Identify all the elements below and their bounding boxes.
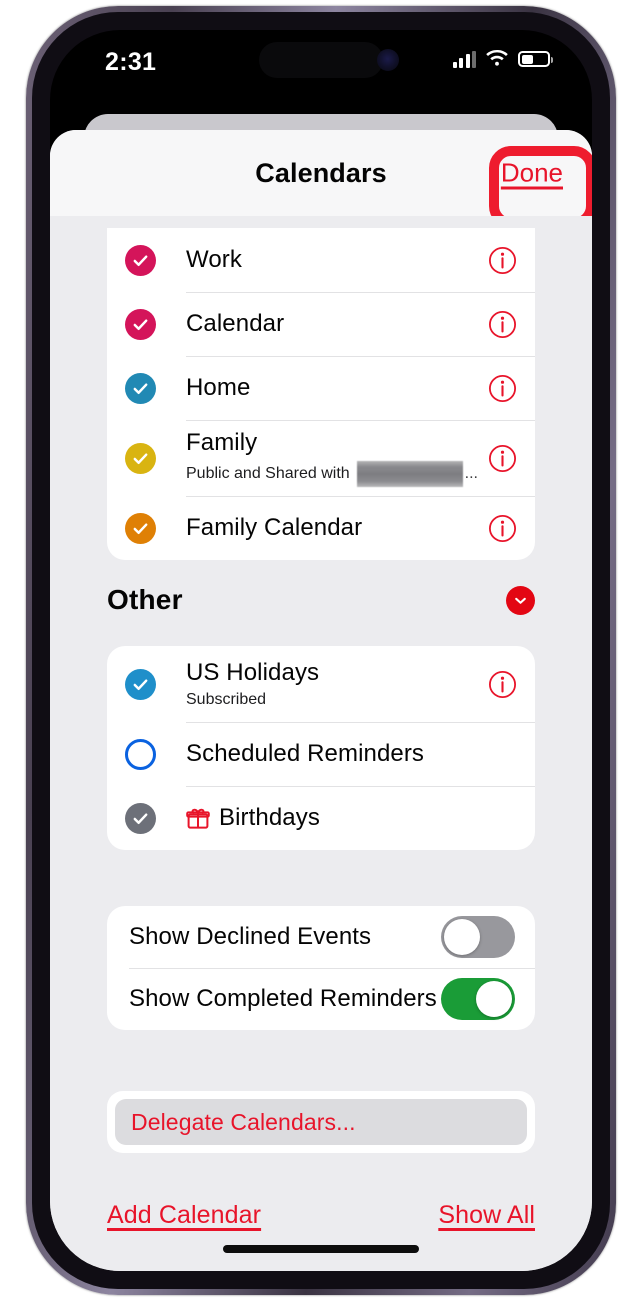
- other-section-collapse-button[interactable]: [506, 585, 535, 615]
- table-row[interactable]: Family Public and Shared with ...: [107, 420, 535, 496]
- info-icon[interactable]: [488, 246, 517, 275]
- show-all-link[interactable]: Show All: [438, 1201, 535, 1230]
- toggle-label: Show Declined Events: [129, 923, 372, 950]
- cellular-bars-icon: [452, 50, 476, 68]
- calendar-name: US Holidays: [186, 659, 320, 687]
- calendar-name: Birthdays: [219, 803, 320, 831]
- calendars-sheet: Calendars Done Work Calendar Home Family…: [50, 130, 592, 1271]
- show-completed-reminders-row[interactable]: Show Completed Reminders: [107, 968, 535, 1030]
- info-icon[interactable]: [488, 670, 517, 699]
- checkbox-checked-icon[interactable]: [125, 668, 156, 700]
- delegate-calendars-card[interactable]: Delegate Calendars...: [107, 1091, 535, 1153]
- calendar-name-with-icon: Birthdays: [186, 804, 517, 832]
- checkbox-checked-icon[interactable]: [125, 442, 156, 474]
- add-calendar-link[interactable]: Add Calendar: [107, 1201, 261, 1230]
- row-text: Birthdays: [186, 804, 517, 832]
- gift-icon: [186, 808, 210, 829]
- table-row[interactable]: Home: [107, 356, 535, 420]
- table-row[interactable]: Family Calendar: [107, 496, 535, 560]
- phone-bezel: 2:31 Calendars Done Work Calendar Home F…: [32, 12, 610, 1289]
- show-declined-events-row[interactable]: Show Declined Events: [107, 906, 535, 968]
- show-declined-events-toggle[interactable]: [441, 916, 515, 958]
- front-camera-icon: [377, 49, 399, 71]
- calendars-list-card: Work Calendar Home Family Public and Sha…: [107, 228, 535, 560]
- home-indicator[interactable]: [223, 1245, 419, 1253]
- row-text: Family Public and Shared with ...: [186, 429, 478, 487]
- row-text: Calendar: [186, 310, 478, 338]
- sheet-scroll-content[interactable]: Work Calendar Home Family Public and Sha…: [50, 216, 592, 1271]
- checkbox-checked-icon[interactable]: [125, 244, 156, 276]
- delegate-calendars-label: Delegate Calendars...: [131, 1108, 356, 1135]
- checkbox-checked-icon[interactable]: [125, 372, 156, 404]
- row-text: Family Calendar: [186, 514, 478, 542]
- sharing-subtitle-prefix: Public and Shared with: [186, 464, 350, 482]
- checkbox-checked-icon[interactable]: [125, 802, 156, 834]
- status-bar-time: 2:31: [105, 48, 157, 76]
- sheet-header: Calendars Done: [50, 130, 592, 228]
- info-icon[interactable]: [488, 310, 517, 339]
- row-text: Work: [186, 246, 478, 274]
- table-row[interactable]: Calendar: [107, 292, 535, 356]
- calendar-subtitle: Subscribed: [186, 690, 267, 708]
- info-icon[interactable]: [488, 444, 517, 473]
- redacted-name-block: [356, 460, 463, 487]
- checkbox-unchecked-icon[interactable]: [125, 738, 156, 770]
- info-icon[interactable]: [488, 514, 517, 543]
- other-list-card: US Holidays Subscribed Scheduled Reminde…: [107, 646, 535, 850]
- checkbox-checked-icon[interactable]: [125, 308, 156, 340]
- row-text: US Holidays Subscribed: [186, 659, 478, 708]
- checkbox-checked-icon[interactable]: [125, 512, 156, 544]
- chevron-down-icon: [515, 597, 526, 604]
- status-bar-indicators: [452, 50, 553, 68]
- toggle-knob: [444, 919, 480, 955]
- table-row[interactable]: US Holidays Subscribed: [107, 646, 535, 722]
- toggle-label: Show Completed Reminders: [129, 985, 437, 1012]
- calendar-name: Calendar: [186, 309, 285, 337]
- calendar-name: Scheduled Reminders: [186, 739, 425, 767]
- toggle-knob: [476, 981, 512, 1017]
- table-row[interactable]: Birthdays: [107, 786, 535, 850]
- table-row[interactable]: Scheduled Reminders: [107, 722, 535, 786]
- row-text: Scheduled Reminders: [186, 740, 517, 768]
- table-row[interactable]: Work: [107, 228, 535, 292]
- section-title: Other: [107, 584, 183, 615]
- sharing-subtitle-suffix: ...: [464, 464, 478, 482]
- phone-screen: 2:31 Calendars Done Work Calendar Home F…: [50, 30, 592, 1271]
- show-completed-reminders-toggle[interactable]: [441, 978, 515, 1020]
- done-button[interactable]: Done: [501, 158, 563, 189]
- page-title: Calendars: [255, 157, 387, 188]
- footer-actions: Add Calendar Show All: [107, 1201, 535, 1230]
- battery-icon: [518, 51, 553, 67]
- dynamic-island: [259, 42, 383, 78]
- display-options-card: Show Declined Events Show Completed Remi…: [107, 906, 535, 1030]
- calendar-sharing-subtitle: Public and Shared with ...: [186, 460, 478, 487]
- calendar-name: Work: [186, 245, 242, 273]
- info-icon[interactable]: [488, 374, 517, 403]
- calendar-name: Family: [186, 429, 258, 457]
- row-text: Home: [186, 374, 478, 402]
- status-bar: 2:31: [50, 30, 592, 104]
- phone-device-frame: 2:31 Calendars Done Work Calendar Home F…: [26, 6, 616, 1295]
- calendar-name: Family Calendar: [186, 513, 363, 541]
- other-section-header: Other: [107, 584, 535, 616]
- delegate-calendars-button[interactable]: Delegate Calendars...: [115, 1099, 527, 1145]
- wifi-icon: [486, 50, 508, 66]
- calendar-name: Home: [186, 373, 251, 401]
